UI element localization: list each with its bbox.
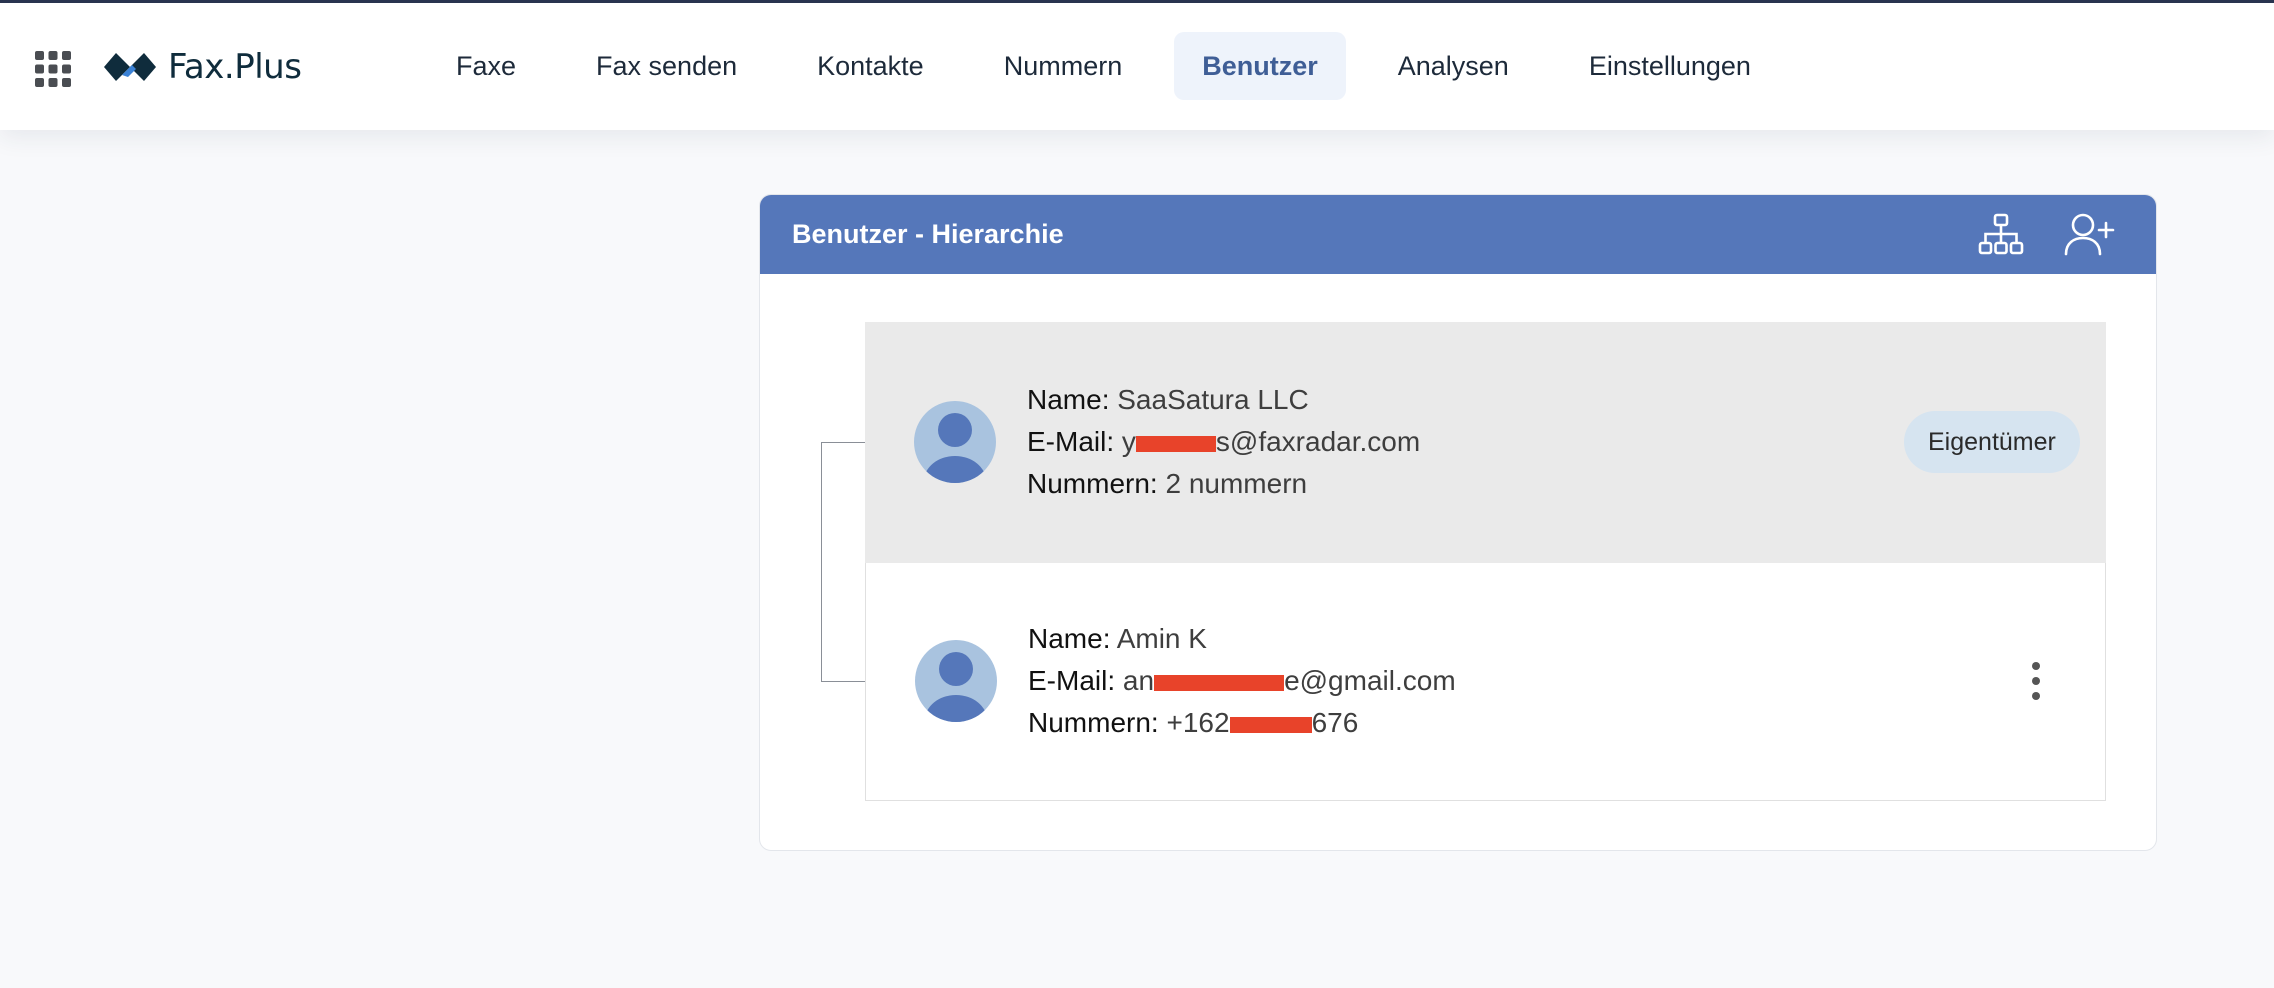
user-avatar-icon xyxy=(925,652,987,722)
owner-badge: Eigentümer xyxy=(1904,411,2080,473)
avatar xyxy=(915,640,997,722)
user-numbers-line: Nummern: +162 676 xyxy=(1028,707,1359,738)
redaction-bar xyxy=(1135,435,1216,452)
user-name: SaaSatura LLC xyxy=(1117,384,1309,415)
card-header: Benutzer - Hierarchie xyxy=(760,195,2156,274)
hierarchy-connector-line xyxy=(821,442,866,682)
add-user-icon[interactable] xyxy=(2063,212,2115,256)
user-email-start: y xyxy=(1121,426,1136,457)
hierarchy-icon[interactable] xyxy=(1978,213,2024,255)
user-numbers-start: +162 xyxy=(1166,707,1230,738)
user-email-end: e@gmail.com xyxy=(1284,665,1456,696)
nav-item-nummern[interactable]: Nummern xyxy=(976,32,1151,100)
main-nav: Faxe Fax senden Kontakte Nummern Benutze… xyxy=(428,32,1803,100)
user-row-owner[interactable]: Name: SaaSatura LLC E-Mail: y s@faxradar.… xyxy=(865,322,2106,563)
fax-plus-logo[interactable]: Fax.Plus xyxy=(102,41,302,93)
user-name-line: Name: Amin K xyxy=(1028,623,1207,654)
user-row-member[interactable]: Name: Amin K E-Mail: an e@gmail.com Numme… xyxy=(865,563,2106,801)
nav-item-kontakte[interactable]: Kontakte xyxy=(789,32,952,100)
more-options-icon[interactable] xyxy=(2022,659,2050,703)
user-avatar-icon xyxy=(924,413,986,483)
nav-item-einstellungen[interactable]: Einstellungen xyxy=(1561,32,1779,100)
user-numbers-line: Nummern: 2 nummern xyxy=(1027,468,1308,499)
redaction-bar xyxy=(1229,716,1312,733)
user-info: Name: SaaSatura LLC E-Mail: y s@faxradar.… xyxy=(1027,379,1420,505)
user-email-line: E-Mail: y s@faxradar.com xyxy=(1027,426,1421,457)
nav-item-benutzer[interactable]: Benutzer xyxy=(1174,32,1346,100)
fax-plus-logo-mark-icon xyxy=(104,53,156,81)
user-name-line: Name: SaaSatura LLC xyxy=(1027,384,1309,415)
apps-grid-icon[interactable] xyxy=(34,50,72,88)
nav-item-fax-senden[interactable]: Fax senden xyxy=(568,32,765,100)
user-info: Name: Amin K E-Mail: an e@gmail.com Numme… xyxy=(1028,618,1456,744)
user-email-line: E-Mail: an e@gmail.com xyxy=(1028,665,1456,696)
user-email-start: an xyxy=(1122,665,1155,696)
top-navigation-bar: Fax.Plus Faxe Fax senden Kontakte Nummer… xyxy=(0,3,2274,130)
nav-item-analysen[interactable]: Analysen xyxy=(1370,32,1537,100)
user-numbers-end: 676 xyxy=(1311,707,1359,738)
user-numbers: 2 nummern xyxy=(1165,468,1308,499)
logo-text: Fax.Plus xyxy=(168,47,302,87)
user-name: Amin K xyxy=(1116,623,1207,654)
user-email-end: s@faxradar.com xyxy=(1215,426,1421,457)
avatar xyxy=(914,401,996,483)
nav-item-faxe[interactable]: Faxe xyxy=(428,32,544,100)
redaction-bar xyxy=(1154,674,1285,691)
card-title: Benutzer - Hierarchie xyxy=(792,219,1064,249)
